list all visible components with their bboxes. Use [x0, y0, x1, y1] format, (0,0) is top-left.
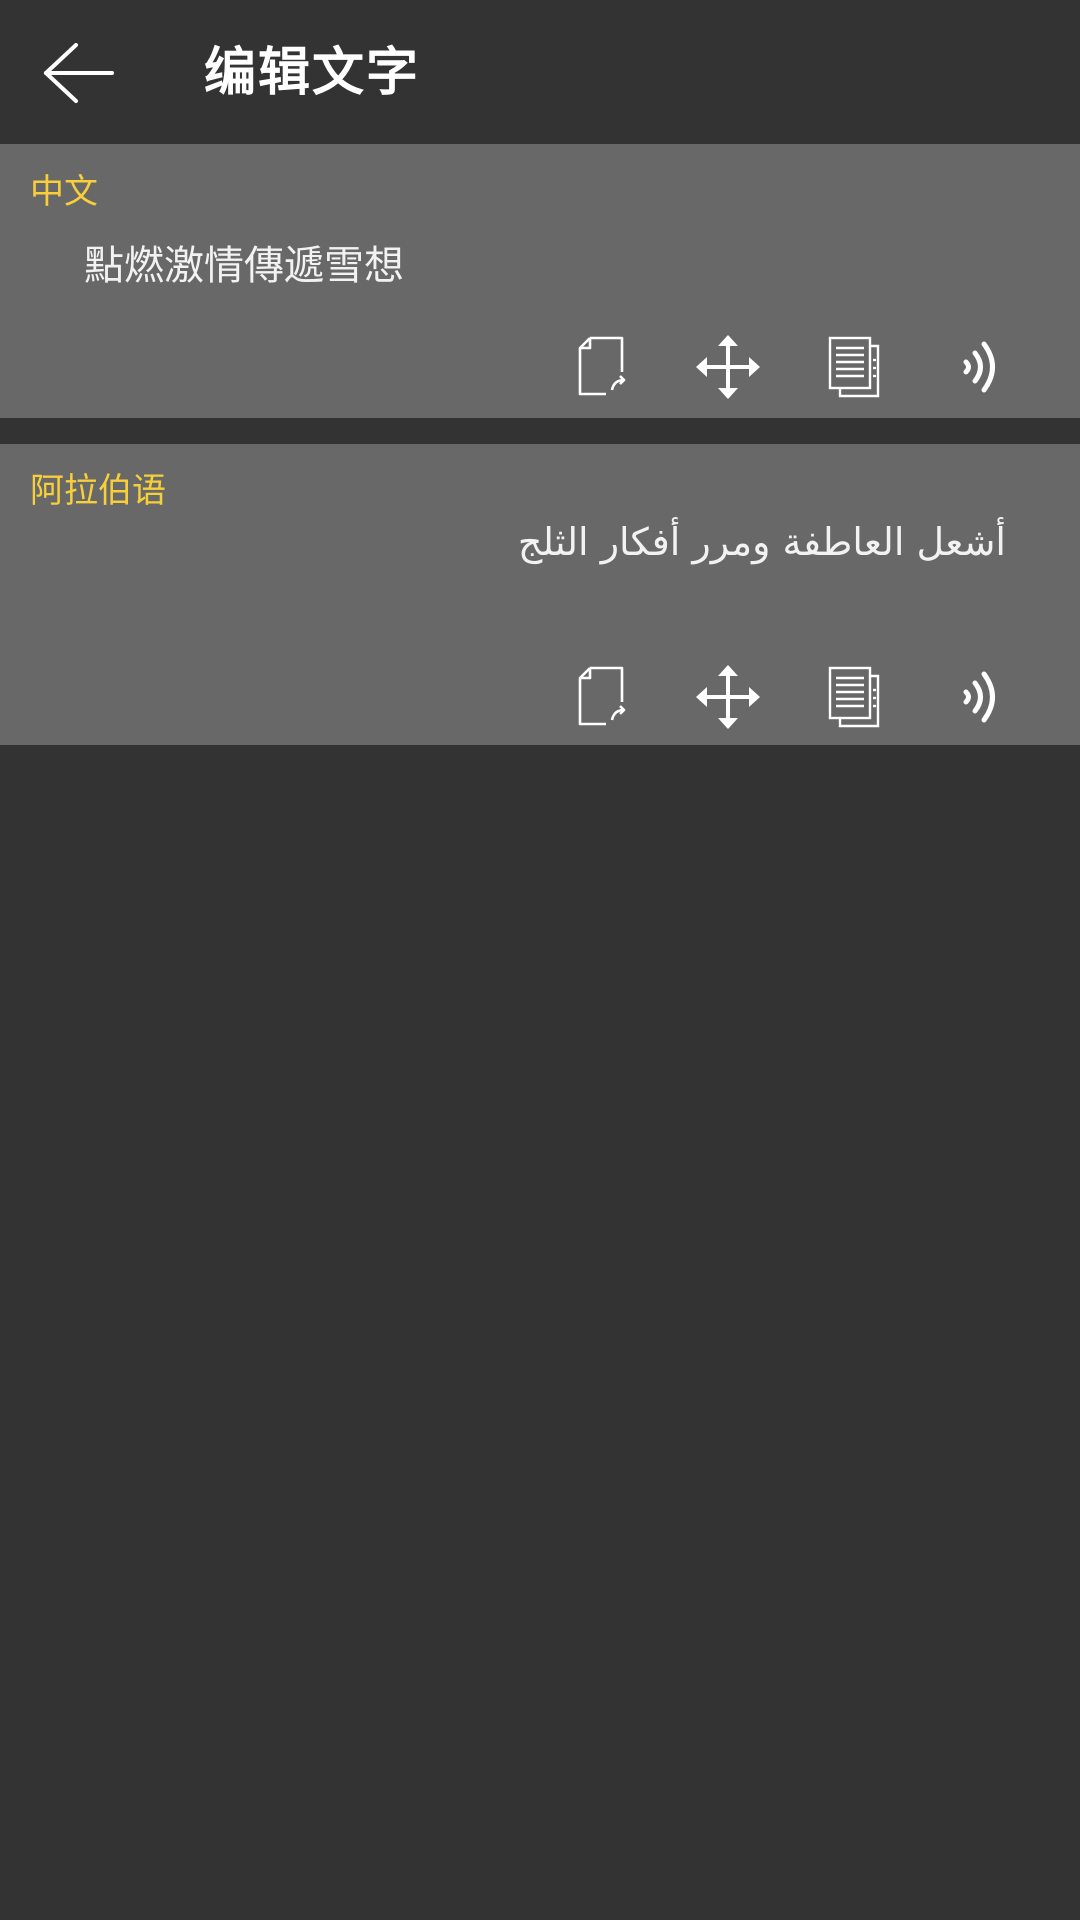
translated-text[interactable]: أشعل العاطفة ومرر أفكار الثلج — [518, 516, 1006, 568]
back-arrow-icon — [44, 43, 114, 103]
source-text[interactable]: 點燃激情傳遞雪想 — [84, 240, 404, 292]
language-label: 阿拉伯语 — [30, 471, 166, 511]
move-icon — [696, 665, 760, 729]
copy-icon — [828, 666, 880, 728]
copy-button[interactable] — [820, 332, 890, 402]
language-label: 中文 — [30, 172, 98, 212]
top-app-bar: 编辑文字 — [0, 0, 1080, 144]
card-toolbar — [0, 332, 1080, 402]
move-button[interactable] — [693, 332, 763, 402]
back-button[interactable] — [30, 30, 130, 116]
copy-icon — [828, 336, 880, 398]
speaker-icon — [963, 341, 995, 393]
move-button[interactable] — [693, 662, 763, 732]
copy-button[interactable] — [820, 662, 890, 732]
export-icon — [578, 336, 626, 396]
translation-card-arabic: 阿拉伯语 أشعل العاطفة ومرر أفكار الثلج — [0, 444, 1080, 745]
translation-card-chinese: 中文 點燃激情傳遞雪想 — [0, 144, 1080, 418]
speak-button[interactable] — [946, 662, 1016, 732]
speak-button[interactable] — [946, 332, 1016, 402]
card-toolbar — [0, 662, 1080, 732]
page-title: 编辑文字 — [204, 43, 421, 103]
export-button[interactable] — [566, 662, 636, 732]
export-button[interactable] — [566, 332, 636, 402]
speaker-icon — [963, 671, 995, 723]
move-icon — [696, 335, 760, 399]
export-icon — [578, 666, 626, 726]
